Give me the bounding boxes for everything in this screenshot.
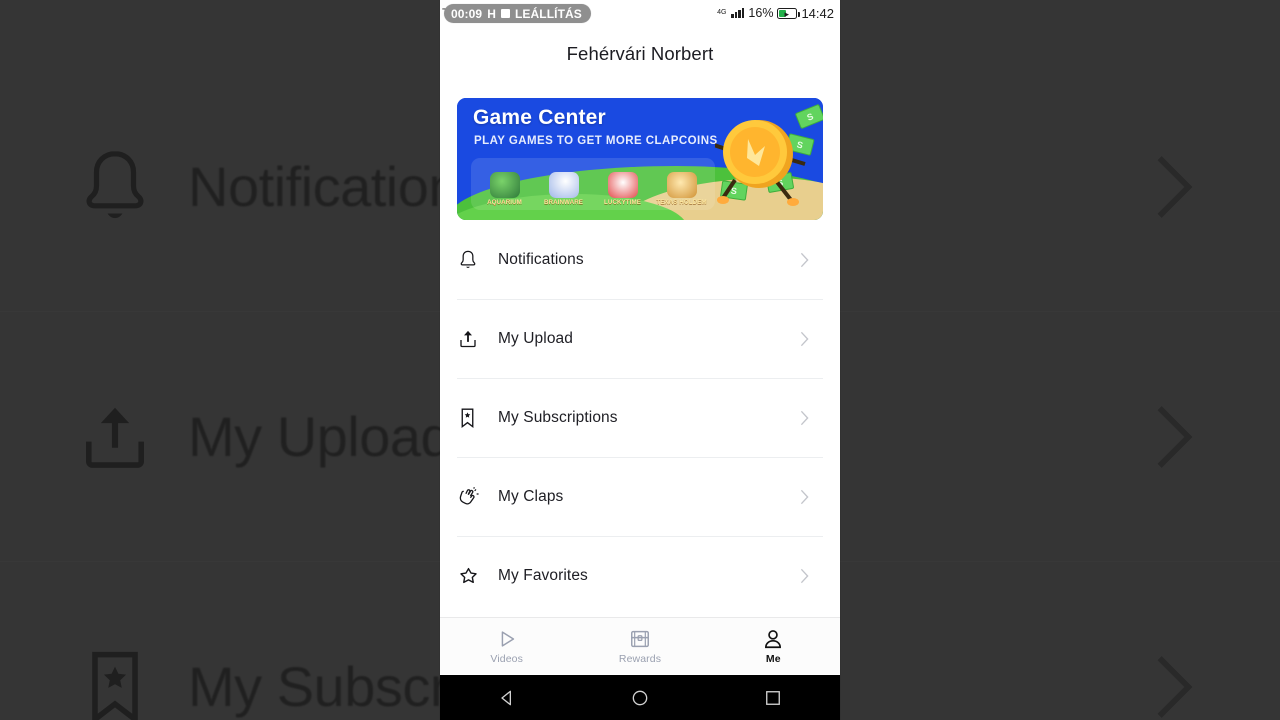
account-menu-list: Notifications My Upload My Subscriptions… [440, 220, 840, 615]
game-item-luckytime[interactable]: LUCKYTIME [598, 162, 648, 206]
game-label: LUCKYTIME [604, 199, 641, 206]
bookmark-star-icon [458, 407, 498, 429]
menu-item-notifications[interactable]: Notifications [457, 220, 823, 299]
screen-recording-pill[interactable]: 00:09 H LEÁLLÍTÁS [444, 4, 591, 23]
menu-item-my-favorites[interactable]: My Favorites [457, 536, 823, 615]
menu-item-label: My Upload [498, 330, 573, 347]
menu-item-label: My Subscriptions [498, 409, 618, 426]
battery-icon: ▸ [777, 7, 800, 19]
home-button[interactable] [610, 675, 670, 720]
game-label: BRAINWARE [543, 199, 584, 206]
status-bar: Tel 00:09 H LEÁLLÍTÁS 4G 16% ▸ 14:42 [440, 0, 840, 26]
play-icon [496, 628, 518, 650]
tab-me[interactable]: Me [707, 628, 840, 665]
game-item-aquarium[interactable]: AQUARIUM [480, 162, 530, 206]
chevron-right-icon [800, 252, 809, 268]
recents-button[interactable] [743, 675, 803, 720]
stop-square-icon [500, 9, 510, 18]
game-thumbnail-strip: AQUARIUM BRAINWARE LUCKYTIME TEXAS HOLDE… [471, 158, 715, 210]
brainware-icon [548, 172, 579, 198]
chevron-right-icon [800, 568, 809, 584]
tab-rewards[interactable]: Rewards [573, 628, 706, 665]
page-title: Fehérvári Norbert [566, 43, 714, 64]
aquarium-icon [489, 172, 520, 198]
clapping-hands-icon [458, 486, 498, 508]
banner-title: Game Center [473, 106, 606, 129]
phone-screen: Tel 00:09 H LEÁLLÍTÁS 4G 16% ▸ 14:42 Feh… [440, 0, 840, 720]
chevron-right-icon [800, 489, 809, 505]
signal-strength-icon [731, 8, 745, 18]
game-item-brainware[interactable]: BRAINWARE [539, 162, 589, 206]
person-icon [762, 628, 784, 650]
screen-root: Notifications My Upload My Subscr [0, 0, 1280, 720]
texas-holdem-icon [666, 172, 697, 198]
tab-label: Videos [490, 652, 523, 665]
menu-item-my-upload[interactable]: My Upload [457, 299, 823, 378]
status-bar-right: 4G 16% ▸ 14:42 [717, 6, 834, 21]
bell-icon [458, 249, 498, 271]
network-type-label: 4G [717, 9, 727, 16]
star-icon [458, 566, 498, 586]
chevron-right-icon [800, 410, 809, 426]
page-title-bar: Fehérvári Norbert [440, 26, 840, 82]
game-label: TEXAS HOLDEM [656, 199, 707, 206]
menu-item-my-subscriptions[interactable]: My Subscriptions [457, 378, 823, 457]
coin-character-icon [715, 120, 806, 206]
back-button[interactable] [477, 675, 537, 720]
menu-item-my-claps[interactable]: My Claps [457, 457, 823, 536]
tab-videos[interactable]: Videos [440, 628, 573, 665]
game-center-banner[interactable]: Game Center PLAY GAMES TO GET MORE CLAPC… [457, 98, 823, 220]
luckytime-icon [607, 172, 638, 198]
game-item-texas-holdem[interactable]: TEXAS HOLDEM [656, 162, 707, 206]
treasure-chest-icon [629, 628, 651, 650]
menu-item-label: Notifications [498, 250, 584, 268]
chevron-right-icon [800, 331, 809, 347]
menu-item-label: My Claps [498, 488, 564, 505]
recording-stop-label: LEÁLLÍTÁS [514, 6, 582, 21]
recording-hu-prefix: H [487, 6, 496, 21]
tab-label: Rewards [618, 652, 662, 665]
tab-label: Me [765, 652, 781, 665]
banner-subtitle: PLAY GAMES TO GET MORE CLAPCOINS [474, 135, 718, 147]
clapcoin-mascot: S S S S [715, 103, 823, 210]
menu-item-label: My Favorites [498, 567, 588, 584]
bottom-tab-bar: Videos Rewards Me [440, 617, 840, 674]
recording-timer: 00:09 [451, 6, 483, 21]
battery-percent-label: 16% [748, 6, 774, 20]
game-label: AQUARIUM [487, 199, 522, 206]
upload-icon [458, 328, 498, 350]
game-center-banner-wrap: Game Center PLAY GAMES TO GET MORE CLAPC… [440, 82, 840, 220]
android-navigation-bar [440, 674, 840, 720]
clock-label: 14:42 [801, 5, 834, 21]
